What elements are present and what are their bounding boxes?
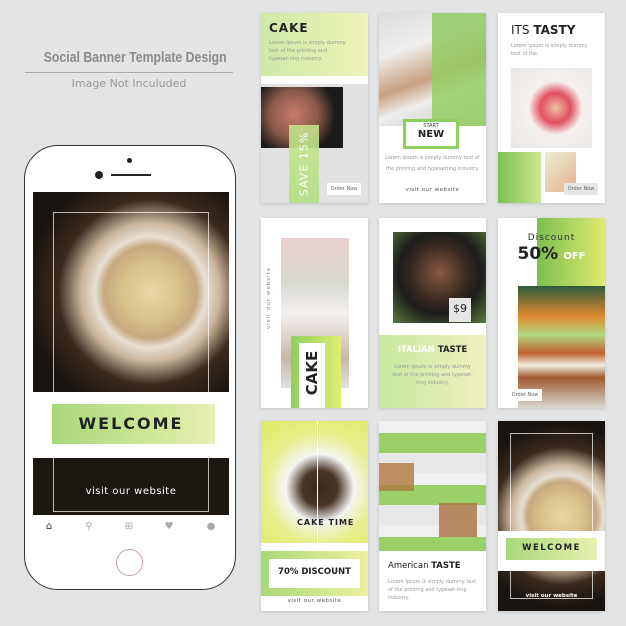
title-light: ITS [511,23,530,37]
welcome-text: WELCOME [522,543,581,553]
pie-slice-2 [439,503,477,537]
pie-slice-1 [379,463,414,491]
photo-frame [510,433,593,599]
off-text: OFF [563,251,586,262]
percent: 50% [517,244,559,264]
photo-frame [53,212,209,512]
search-icon[interactable]: ⚲ [83,521,95,533]
card-lorem: Lorem Ipsum is simply dummy text of the … [392,364,473,386]
card-title: CAKE [303,350,321,396]
welcome-text: WELCOME [78,414,184,433]
card-lorem: Lorem Ipsum is simply dummy text of the … [269,40,346,62]
home-icon[interactable]: ⌂ [43,521,55,533]
card-its-tasty[interactable]: ITS TASTY Lorem ipsum is simply dummy te… [498,13,605,203]
visit-link[interactable]: visit our website [33,486,229,497]
side-link[interactable]: visit our website [266,267,272,329]
phone-sensor [127,158,132,163]
order-now-button[interactable]: Order Now [508,389,542,401]
card-title: American TASTE [388,561,461,571]
card-title: CAKE [269,21,309,35]
page-title: Social Banner Template Design [43,49,227,66]
phone-mockup: WELCOME visit our website ⌂ ⚲ ⊞ ♥ ● [24,145,236,590]
card-cake-vertical[interactable]: visit our website CAKE [261,218,368,408]
card-lorem: Lorem ipsum is simply dummy text of the. [511,43,588,57]
card-american-taste[interactable]: American TASTE Lorem Ipsum is simply dum… [379,421,486,611]
title-light: ITALIAN [397,345,435,355]
card-lorem: Lorem Ipsum is simply dummy text of the … [388,579,477,601]
card-lorem: Lorem Ipsum is simply dummy text of the … [385,155,480,172]
discount-kicker: Discount [527,233,576,243]
title-bold: TASTE [437,345,468,355]
dessert-photo [511,68,592,148]
visit-link[interactable]: visit our website [261,598,368,604]
order-now-button[interactable]: Order Now [564,183,598,195]
bottom-nav: ⌂ ⚲ ⊞ ♥ ● [33,515,229,540]
phone-screen: WELCOME visit our website ⌂ ⚲ ⊞ ♥ ● [33,192,229,540]
card-title: CAKE TIME [297,518,355,527]
heart-icon[interactable]: ♥ [163,521,175,533]
chocolate-cake-photo [393,232,486,323]
phone-camera [95,171,103,179]
card-welcome[interactable]: WELCOME visit our website [498,421,605,611]
save-text: SAVE 15% [297,131,311,197]
visit-link[interactable]: visit our website [498,593,605,599]
title-bold: TASTE [431,561,461,571]
user-icon[interactable]: ● [205,521,217,533]
card-cake-save[interactable]: CAKE Lorem Ipsum is simply dummy text of… [261,13,368,203]
card-discount-50[interactable]: Discount 50% OFF Order Now [498,218,605,408]
divider [261,76,368,84]
discount-value: 50% OFF [498,244,605,264]
phone-speaker [111,174,151,176]
card-start-new[interactable]: START NEW Lorem Ipsum is simply dummy te… [379,13,486,203]
home-button[interactable] [116,549,143,576]
card-italian-taste[interactable]: $9 ITALIAN TASTE Lorem Ipsum is simply d… [379,218,486,408]
discount-text: 70% DISCOUNT [278,567,351,577]
title-divider [25,72,233,73]
card-cake-time[interactable]: CAKE TIME 70% DISCOUNT visit our website [261,421,368,611]
title-light: American [388,561,429,571]
plus-square-icon[interactable]: ⊞ [123,521,135,533]
new-text: NEW [417,129,445,140]
order-now-button[interactable]: Order Now [327,183,361,195]
visit-link[interactable]: visit our website [379,187,486,193]
page-subtitle: Image Not Inculuded [71,77,187,90]
green-block [498,152,541,203]
green-overlay [432,13,486,126]
price-text: $9 [453,302,467,315]
card-title: ITS TASTY [511,23,575,37]
title-bold: TASTY [533,23,576,37]
card-title: ITALIAN TASTE [379,345,486,355]
